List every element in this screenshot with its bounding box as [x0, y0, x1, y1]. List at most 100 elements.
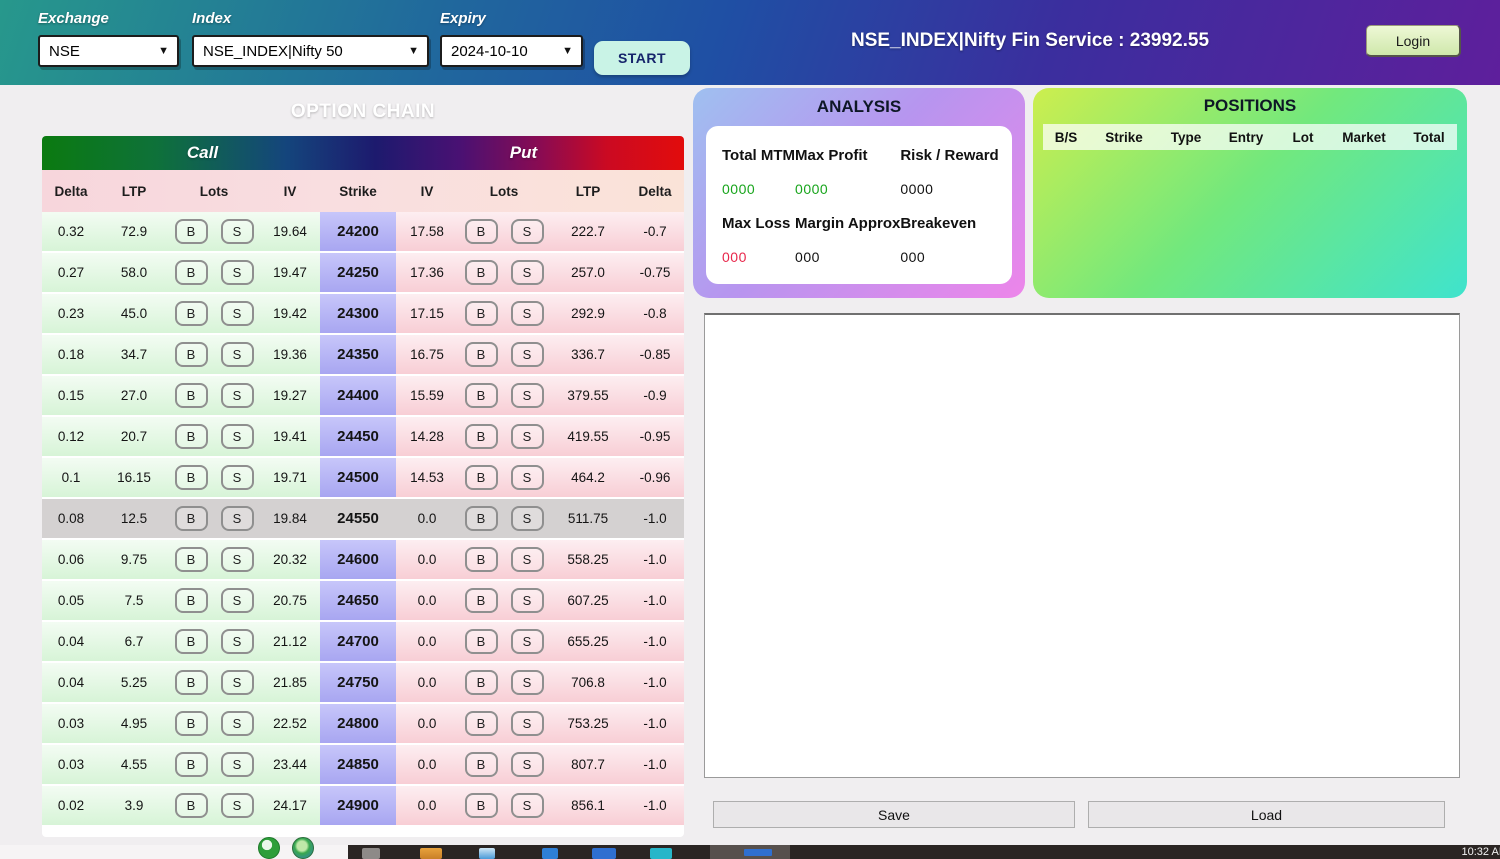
call-buy-button[interactable]: B — [175, 670, 208, 695]
save-button[interactable]: Save — [713, 801, 1075, 828]
app-icon-gray[interactable] — [362, 848, 380, 859]
call-sell-button[interactable]: S — [221, 383, 254, 408]
put-buy-button[interactable]: B — [465, 547, 498, 572]
put-delta-value: -0.8 — [626, 294, 684, 333]
call-buy-button[interactable]: B — [175, 506, 208, 531]
call-sell-button[interactable]: S — [221, 547, 254, 572]
put-sell-button[interactable]: S — [511, 711, 544, 736]
put-sell-button[interactable]: S — [511, 670, 544, 695]
call-iv-value: 22.52 — [260, 704, 320, 743]
put-buy-button[interactable]: B — [465, 506, 498, 531]
call-sell-button[interactable]: S — [221, 424, 254, 449]
max-loss-value: 000 — [722, 249, 795, 265]
login-button[interactable]: Login — [1366, 25, 1461, 57]
put-sell-button[interactable]: S — [511, 383, 544, 408]
globe-icon[interactable] — [292, 837, 314, 859]
call-buy-button[interactable]: B — [175, 711, 208, 736]
option-chain-row: 0.03 4.55 B S 23.44 24850 0.0 B S 807.7 … — [42, 745, 684, 786]
call-buy-button[interactable]: B — [175, 342, 208, 367]
call-sell-button[interactable]: S — [221, 629, 254, 654]
put-buy-button[interactable]: B — [465, 588, 498, 613]
call-delta-value: 0.08 — [42, 499, 100, 538]
put-sell-button[interactable]: S — [511, 547, 544, 572]
put-buy-button[interactable]: B — [465, 793, 498, 818]
put-buy-button[interactable]: B — [465, 670, 498, 695]
call-sell-button[interactable]: S — [221, 506, 254, 531]
call-sell-button[interactable]: S — [221, 219, 254, 244]
plant-icon[interactable] — [258, 837, 280, 859]
load-button[interactable]: Load — [1088, 801, 1445, 828]
put-buy-button[interactable]: B — [465, 629, 498, 654]
put-sell-button[interactable]: S — [511, 342, 544, 367]
put-ltp-value: 292.9 — [550, 294, 626, 333]
positions-column-headers: B/S Strike Type Entry Lot Market Total — [1043, 124, 1457, 150]
put-sell-button[interactable]: S — [511, 260, 544, 285]
put-delta-value: -0.85 — [626, 335, 684, 374]
call-iv-value: 19.47 — [260, 253, 320, 292]
put-sell-button[interactable]: S — [511, 793, 544, 818]
active-app-button[interactable] — [710, 845, 790, 859]
call-sell-button[interactable]: S — [221, 260, 254, 285]
analysis-title: ANALYSIS — [693, 88, 1025, 126]
call-ltp-value: 27.0 — [100, 376, 168, 415]
call-iv-value: 19.36 — [260, 335, 320, 374]
put-sell-button[interactable]: S — [511, 301, 544, 326]
analysis-panel: ANALYSIS Total MTM Max Profit Risk / Rew… — [693, 88, 1025, 298]
call-sell-button[interactable]: S — [221, 793, 254, 818]
call-buy-button[interactable]: B — [175, 301, 208, 326]
call-buy-button[interactable]: B — [175, 752, 208, 777]
call-buy-button[interactable]: B — [175, 424, 208, 449]
call-sell-button[interactable]: S — [221, 342, 254, 367]
put-sell-button[interactable]: S — [511, 424, 544, 449]
call-sell-button[interactable]: S — [221, 670, 254, 695]
call-buy-button[interactable]: B — [175, 465, 208, 490]
call-sell-button[interactable]: S — [221, 752, 254, 777]
option-chain-row: 0.02 3.9 B S 24.17 24900 0.0 B S 856.1 -… — [42, 786, 684, 827]
strike-value: 24250 — [320, 253, 396, 292]
folder-icon[interactable] — [420, 848, 442, 859]
put-iv-value: 0.0 — [396, 622, 458, 661]
topbar: Exchange NSE ▼ Index NSE_INDEX|Nifty 50 … — [0, 0, 1500, 85]
call-sell-button[interactable]: S — [221, 301, 254, 326]
window-icon-cyan[interactable] — [650, 848, 672, 859]
col-strike: Strike — [320, 170, 396, 212]
col-total: Total — [1401, 130, 1457, 145]
put-buy-button[interactable]: B — [465, 711, 498, 736]
call-ltp-value: 12.5 — [100, 499, 168, 538]
put-sell-button[interactable]: S — [511, 588, 544, 613]
put-buy-button[interactable]: B — [465, 383, 498, 408]
call-buy-button[interactable]: B — [175, 383, 208, 408]
index-select[interactable]: NSE_INDEX|Nifty 50 ▼ — [192, 35, 429, 67]
paint-icon[interactable] — [479, 848, 495, 859]
put-buy-button[interactable]: B — [465, 465, 498, 490]
call-buy-button[interactable]: B — [175, 547, 208, 572]
put-sell-button[interactable]: S — [511, 219, 544, 244]
put-buy-button[interactable]: B — [465, 219, 498, 244]
app-icon-blue[interactable] — [542, 848, 558, 859]
option-chain-row: 0.27 58.0 B S 19.47 24250 17.36 B S 257.… — [42, 253, 684, 294]
call-buy-button[interactable]: B — [175, 260, 208, 285]
call-buy-button[interactable]: B — [175, 588, 208, 613]
put-sell-button[interactable]: S — [511, 629, 544, 654]
put-sell-button[interactable]: S — [511, 752, 544, 777]
put-buy-button[interactable]: B — [465, 301, 498, 326]
expiry-label: Expiry — [440, 10, 583, 27]
call-sell-button[interactable]: S — [221, 588, 254, 613]
put-sell-button[interactable]: S — [511, 506, 544, 531]
call-sell-button[interactable]: S — [221, 465, 254, 490]
put-ltp-value: 222.7 — [550, 212, 626, 251]
put-buy-button[interactable]: B — [465, 342, 498, 367]
call-sell-button[interactable]: S — [221, 711, 254, 736]
put-buy-button[interactable]: B — [465, 260, 498, 285]
call-buy-button[interactable]: B — [175, 793, 208, 818]
exchange-select[interactable]: NSE ▼ — [38, 35, 179, 67]
call-buy-button[interactable]: B — [175, 219, 208, 244]
strike-value: 24650 — [320, 581, 396, 620]
expiry-select[interactable]: 2024-10-10 ▼ — [440, 35, 583, 67]
put-sell-button[interactable]: S — [511, 465, 544, 490]
start-button[interactable]: START — [594, 41, 690, 75]
window-icon-blue[interactable] — [592, 848, 616, 859]
put-buy-button[interactable]: B — [465, 424, 498, 449]
put-buy-button[interactable]: B — [465, 752, 498, 777]
call-buy-button[interactable]: B — [175, 629, 208, 654]
